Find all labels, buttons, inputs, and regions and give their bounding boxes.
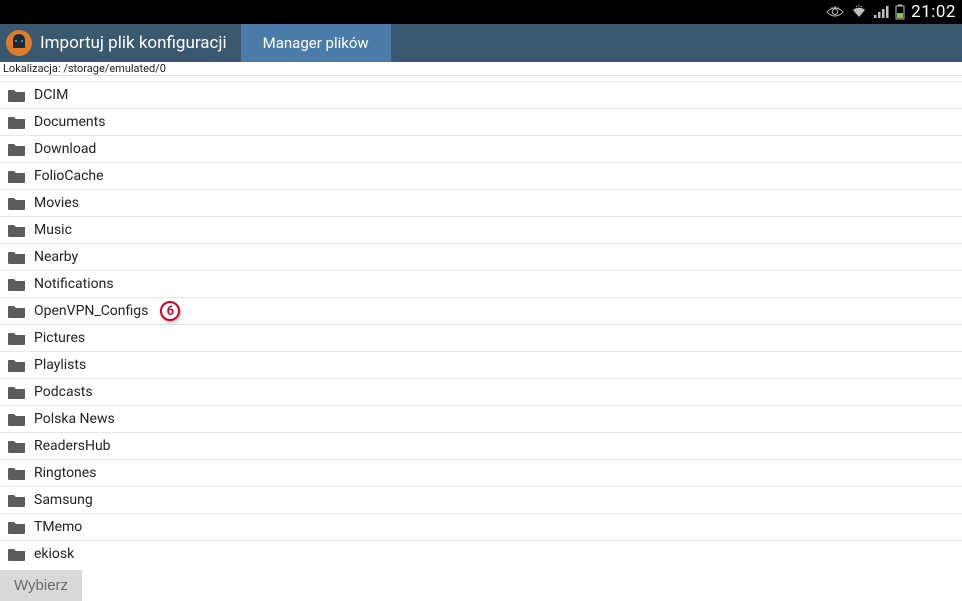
folder-label: Download: [34, 141, 96, 157]
battery-icon: [895, 4, 905, 20]
folder-row[interactable]: Polska News: [0, 406, 962, 433]
folder-icon: [8, 88, 26, 102]
folder-row[interactable]: Nearby: [0, 244, 962, 271]
folder-icon: [8, 493, 26, 507]
folder-icon: [8, 304, 26, 318]
folder-icon: [8, 547, 26, 561]
folder-row[interactable]: FolioCache: [0, 163, 962, 190]
folder-row[interactable]: Documents: [0, 109, 962, 136]
status-bar: 21:02: [0, 0, 962, 24]
folder-icon: [8, 196, 26, 210]
signal-icon: [873, 5, 889, 19]
folder-icon: [8, 466, 26, 480]
folder-label: DCIM: [34, 87, 68, 103]
folder-icon: [8, 142, 26, 156]
folder-label: Ringtones: [34, 465, 96, 481]
folder-row[interactable]: Ringtones: [0, 460, 962, 487]
folder-icon: [8, 223, 26, 237]
folder-icon: [8, 277, 26, 291]
wifi-icon: [851, 5, 867, 19]
folder-label: Playlists: [34, 357, 86, 373]
app-title: Importuj plik konfiguracji: [38, 24, 241, 62]
folder-label: ReadersHub: [34, 438, 111, 454]
folder-label: Nearby: [34, 249, 78, 265]
folder-row[interactable]: Podcasts: [0, 379, 962, 406]
folder-icon: [8, 331, 26, 345]
file-list: …DCIMDocumentsDownloadFolioCacheMoviesMu…: [0, 76, 962, 567]
folder-label: Pictures: [34, 330, 85, 346]
location-prefix: Lokalizacja:: [3, 62, 63, 75]
status-clock: 21:02: [911, 2, 956, 22]
folder-label: Notifications: [34, 276, 114, 292]
folder-icon: [8, 115, 26, 129]
tab-file-manager[interactable]: Manager plików: [241, 24, 391, 62]
folder-icon: [8, 439, 26, 453]
folder-label: Podcasts: [34, 384, 93, 400]
file-area: …DCIMDocumentsDownloadFolioCacheMoviesMu…: [0, 76, 962, 567]
folder-label: Documents: [34, 114, 105, 130]
folder-row[interactable]: Music: [0, 217, 962, 244]
folder-icon: [8, 169, 26, 183]
folder-icon: [8, 358, 26, 372]
bottom-bar: Wybierz: [0, 567, 962, 601]
folder-label: TMemo: [34, 519, 82, 535]
folder-row[interactable]: DCIM: [0, 82, 962, 109]
folder-icon: [8, 520, 26, 534]
location-path: /storage/emulated/0: [63, 62, 166, 75]
folder-label: Music: [34, 222, 72, 238]
eye-icon: [825, 6, 845, 18]
folder-label: ekiosk: [34, 546, 74, 562]
folder-row[interactable]: ReadersHub: [0, 433, 962, 460]
folder-icon: [8, 385, 26, 399]
folder-row[interactable]: Playlists: [0, 352, 962, 379]
folder-label: Movies: [34, 195, 79, 211]
folder-row[interactable]: Download: [0, 136, 962, 163]
step-annotation: 6: [160, 301, 180, 321]
folder-icon: [8, 412, 26, 426]
folder-row[interactable]: TMemo: [0, 514, 962, 541]
folder-row[interactable]: Notifications: [0, 271, 962, 298]
folder-row[interactable]: OpenVPN_Configs 6: [0, 298, 962, 325]
folder-row[interactable]: Samsung: [0, 487, 962, 514]
folder-row[interactable]: ekiosk: [0, 541, 962, 567]
folder-label: OpenVPN_Configs: [34, 303, 148, 319]
folder-label: Samsung: [34, 492, 93, 508]
folder-icon: [8, 250, 26, 264]
folder-label: Polska News: [34, 411, 115, 427]
folder-label: FolioCache: [34, 168, 104, 184]
app-bar: Importuj plik konfiguracji Manager plikó…: [0, 24, 962, 62]
app-logo-icon: [0, 24, 38, 62]
choose-button[interactable]: Wybierz: [0, 570, 82, 601]
folder-row[interactable]: Pictures: [0, 325, 962, 352]
location-bar: Lokalizacja: /storage/emulated/0: [0, 62, 962, 76]
folder-row[interactable]: Movies: [0, 190, 962, 217]
